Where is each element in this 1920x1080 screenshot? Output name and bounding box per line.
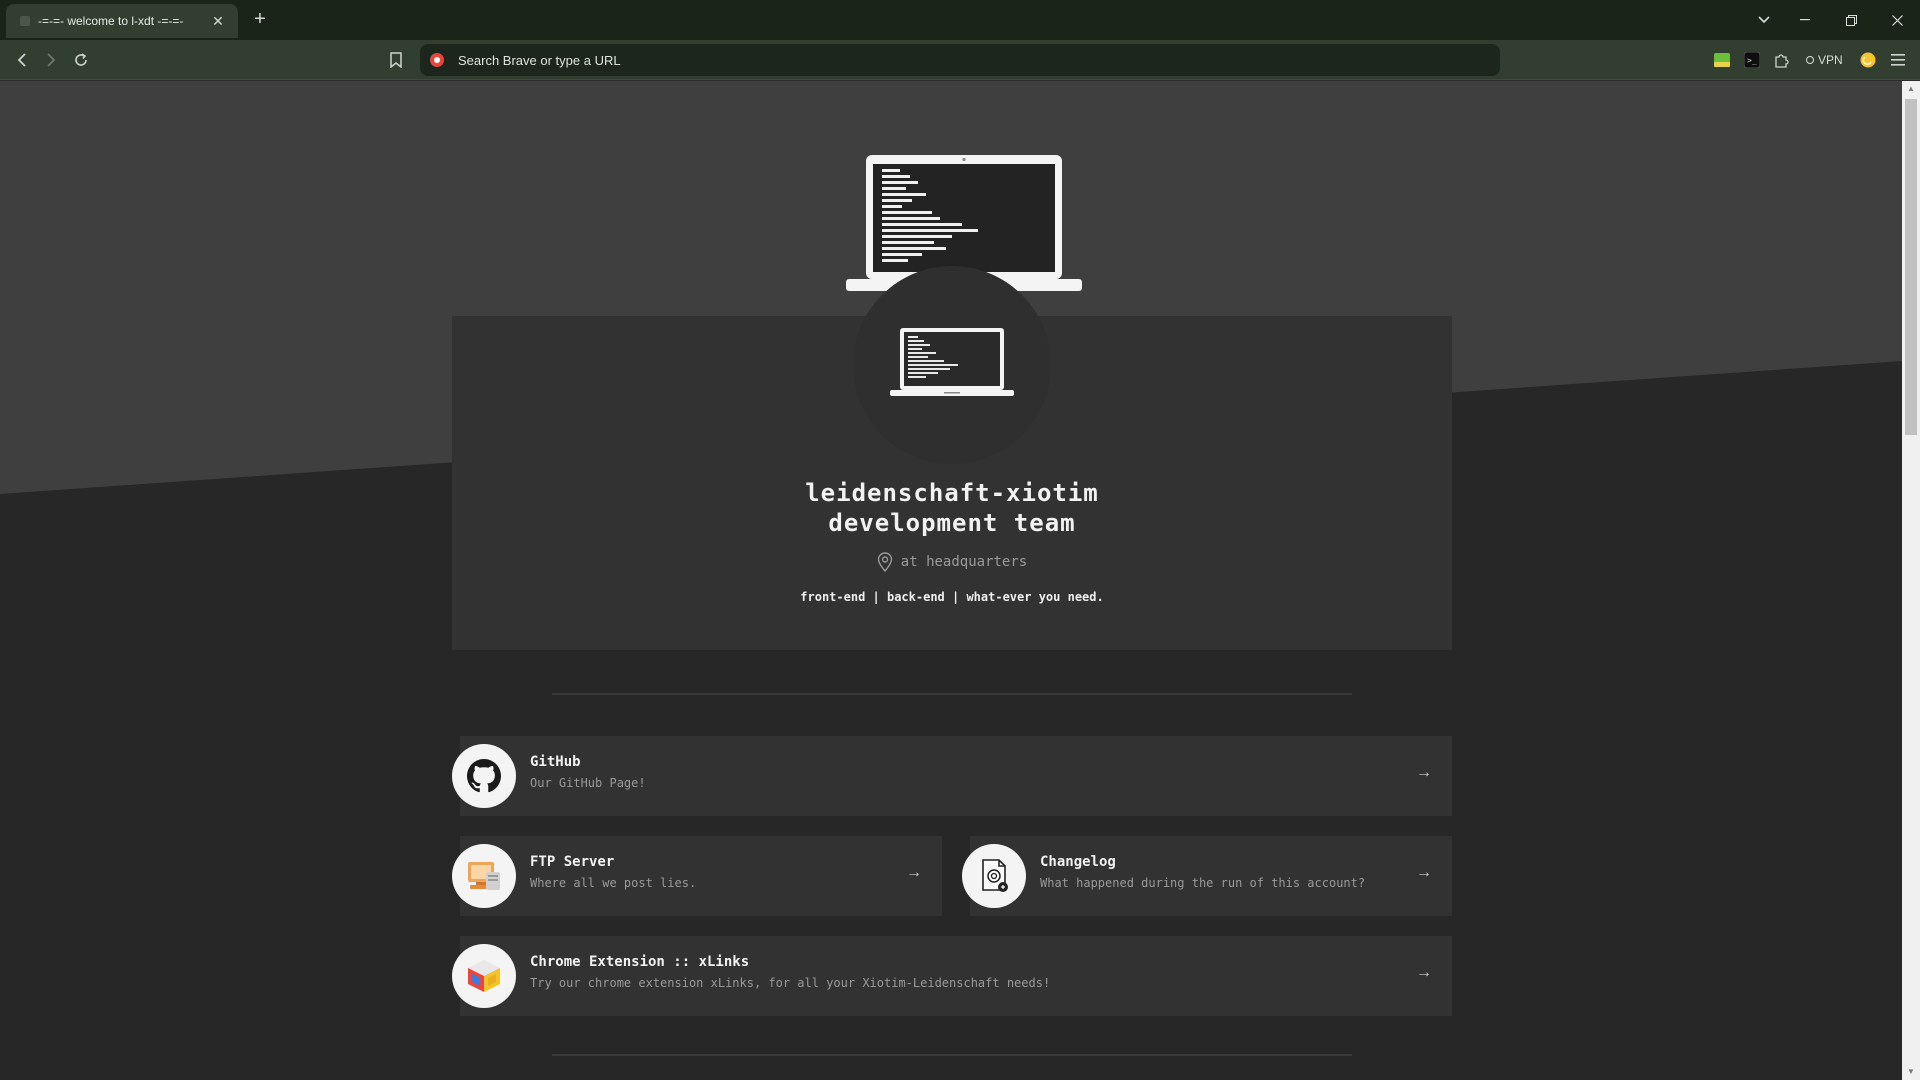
link-card-xlinks[interactable]: Chrome Extension :: xLinks Try our chrom… <box>452 936 1452 1016</box>
location-text: at headquarters <box>900 554 1028 570</box>
extension-green-icon[interactable] <box>1712 50 1732 70</box>
close-window-button[interactable] <box>1874 0 1920 40</box>
section-divider-bottom <box>552 1054 1352 1056</box>
tab-search-chevron-icon[interactable] <box>1741 0 1787 40</box>
url-input[interactable] <box>456 51 1500 69</box>
menu-hamburger-icon[interactable] <box>1888 50 1908 70</box>
changelog-icon <box>962 844 1026 908</box>
ftp-server-icon <box>452 844 516 908</box>
link-subtitle: Our GitHub Page! <box>530 776 646 790</box>
link-subtitle: Try our chrome extension xLinks, for all… <box>530 976 1051 990</box>
link-card-github[interactable]: GitHub Our GitHub Page! → <box>452 736 1452 816</box>
tab-close-icon[interactable]: ✕ <box>208 13 228 30</box>
vpn-label: VPN <box>1818 53 1843 67</box>
scroll-down-icon[interactable]: ▼ <box>1902 1064 1920 1080</box>
tab-favicon-icon <box>20 16 30 26</box>
link-title: Changelog <box>1040 854 1116 870</box>
team-avatar <box>853 266 1051 464</box>
arrow-right-icon: → <box>1416 864 1432 881</box>
browser-titlebar: -=-=- welcome to l-xdt -=-=- ✕ + <box>0 0 1920 40</box>
svg-text:>_: >_ <box>1747 56 1757 65</box>
reload-button[interactable] <box>68 48 94 72</box>
extensions-puzzle-icon[interactable] <box>1772 50 1792 70</box>
scrollbar-thumb[interactable] <box>1905 99 1917 435</box>
github-icon <box>452 744 516 808</box>
address-bar[interactable] <box>420 44 1500 76</box>
link-subtitle: Where all we post lies. <box>530 876 697 890</box>
back-button[interactable] <box>9 48 35 72</box>
page-scrollbar[interactable]: ▲ ▼ <box>1902 81 1920 1080</box>
bookmark-icon[interactable] <box>386 49 406 71</box>
location-row: at headquarters <box>452 552 1452 572</box>
link-title: Chrome Extension :: xLinks <box>530 954 750 970</box>
forward-button[interactable] <box>38 48 64 72</box>
link-subtitle: What happened during the run of this acc… <box>1040 876 1366 890</box>
link-title: FTP Server <box>530 854 615 870</box>
team-name-line2: development team <box>828 509 1076 537</box>
new-tab-button[interactable]: + <box>248 7 272 31</box>
arrow-right-icon: → <box>1416 964 1432 981</box>
vpn-button[interactable]: VPN <box>1806 50 1843 70</box>
vpn-status-icon <box>1806 56 1814 64</box>
xlinks-cube-icon <box>452 944 516 1008</box>
minimize-button[interactable] <box>1782 0 1828 40</box>
browser-tab-active[interactable]: -=-=- welcome to l-xdt -=-=- ✕ <box>6 4 238 38</box>
arrow-right-icon: → <box>1416 764 1432 781</box>
team-name-line1: leidenschaft-xiotim <box>805 479 1099 507</box>
avatar-laptop-icon <box>890 328 1014 396</box>
scroll-up-icon[interactable]: ▲ <box>1902 81 1920 97</box>
link-card-changelog[interactable]: Changelog What happened during the run o… <box>962 836 1452 916</box>
team-name-heading: leidenschaft-xiotim development team <box>452 478 1452 538</box>
restore-button[interactable] <box>1828 0 1874 40</box>
forward-arrow-icon <box>47 53 56 67</box>
link-card-ftp-server[interactable]: FTP Server Where all we post lies. → <box>452 836 942 916</box>
tab-title: -=-=- welcome to l-xdt -=-=- <box>38 14 184 28</box>
location-pin-icon <box>877 552 892 572</box>
extension-terminal-icon[interactable]: >_ <box>1742 50 1762 70</box>
browser-toolbar: >_ VPN <box>0 40 1920 80</box>
reload-icon <box>75 53 87 66</box>
back-arrow-icon <box>17 53 26 67</box>
arrow-right-icon: → <box>906 864 922 881</box>
brave-shield-icon[interactable] <box>430 53 444 67</box>
link-title: GitHub <box>530 754 581 770</box>
page-viewport: leidenschaft-xiotim development team at … <box>0 81 1902 1080</box>
rewards-icon[interactable] <box>1858 50 1878 70</box>
tagline: front-end | back-end | what-ever you nee… <box>800 590 1104 604</box>
section-divider-top <box>552 693 1352 695</box>
